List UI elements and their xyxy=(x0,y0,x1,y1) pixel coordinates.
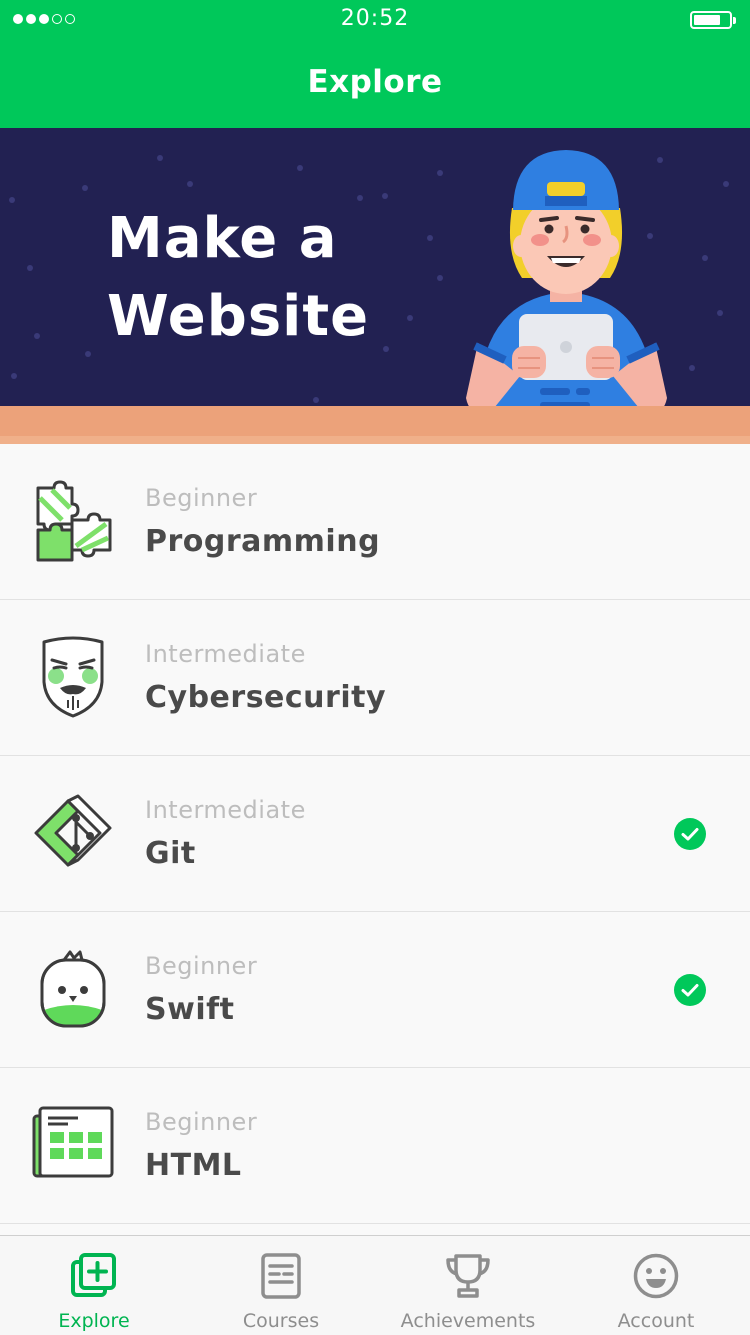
battery-icon xyxy=(690,11,736,29)
desk-edge xyxy=(0,436,750,444)
hero-title-line-1: Make a xyxy=(107,206,338,271)
tab-explore[interactable]: Explore xyxy=(0,1236,187,1335)
course-level: Beginner xyxy=(145,952,258,980)
courses-icon xyxy=(261,1253,301,1299)
tab-achievements[interactable]: Achievements xyxy=(374,1236,562,1335)
hero-banner[interactable]: Make a Website xyxy=(0,128,750,444)
course-row-cybersecurity[interactable]: Intermediate Cybersecurity xyxy=(0,600,750,756)
page-title: Explore xyxy=(307,64,443,100)
course-name: Cybersecurity xyxy=(145,680,387,715)
course-row-html[interactable]: Beginner HTML xyxy=(0,1068,750,1224)
course-name: HTML xyxy=(145,1148,242,1183)
top-bar: 20:52 Explore xyxy=(0,0,750,128)
course-row-git[interactable]: Intermediate Git xyxy=(0,756,750,912)
course-level: Intermediate xyxy=(145,640,306,668)
course-level: Intermediate xyxy=(145,796,306,824)
trophy-icon xyxy=(446,1254,490,1298)
course-name: Git xyxy=(145,836,196,871)
tab-bar: Explore Courses Achievements Account xyxy=(0,1235,750,1335)
completed-check-icon xyxy=(674,974,706,1006)
course-name: Swift xyxy=(145,992,235,1027)
course-name: Programming xyxy=(145,524,381,559)
tab-label: Account xyxy=(617,1310,695,1332)
status-bar: 20:52 xyxy=(0,0,750,40)
tab-label: Achievements xyxy=(400,1310,536,1332)
smiley-icon xyxy=(633,1253,679,1299)
course-level: Beginner xyxy=(145,484,258,512)
mask-icon xyxy=(42,636,104,718)
course-list: Beginner Programming Intermediate Cybers… xyxy=(0,444,750,1224)
status-time: 20:52 xyxy=(340,6,410,31)
git-icon xyxy=(34,794,112,867)
course-row-programming[interactable]: Beginner Programming xyxy=(0,444,750,600)
course-row-swift[interactable]: Beginner Swift xyxy=(0,912,750,1068)
hero-title: Make a Website xyxy=(107,200,369,356)
html-page-icon xyxy=(32,1106,114,1178)
hero-title-line-2: Website xyxy=(107,284,370,349)
tab-label: Courses xyxy=(242,1310,320,1332)
completed-check-icon xyxy=(674,818,706,850)
puzzle-icon xyxy=(36,480,112,562)
tab-courses[interactable]: Courses xyxy=(187,1236,374,1335)
course-level: Beginner xyxy=(145,1108,258,1136)
tab-label: Explore xyxy=(58,1310,130,1332)
explore-icon xyxy=(71,1253,116,1297)
swift-bird-icon xyxy=(40,950,106,1028)
tab-account[interactable]: Account xyxy=(562,1236,750,1335)
